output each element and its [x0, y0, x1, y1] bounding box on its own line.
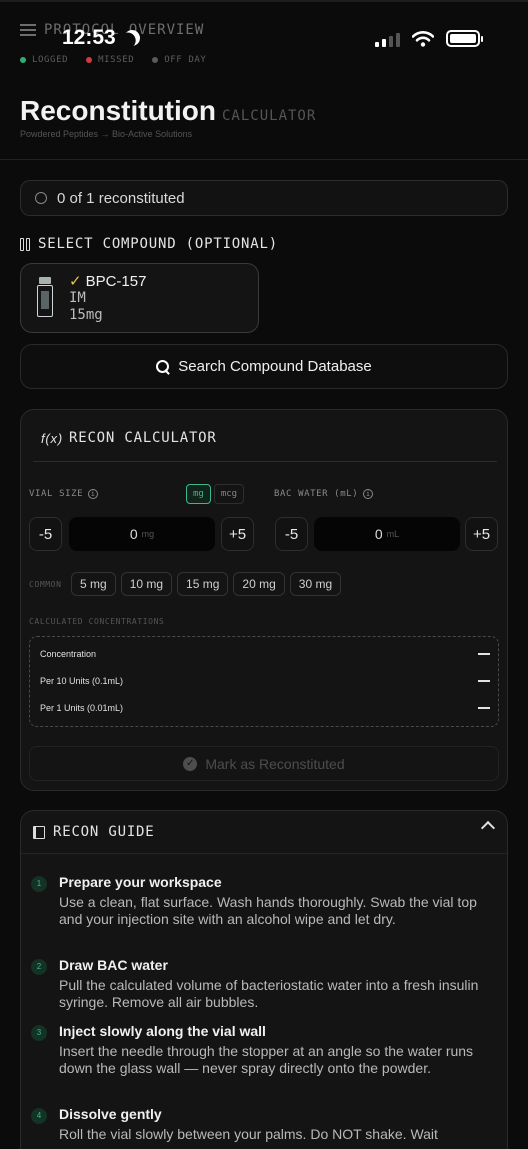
bac-water-label: BAC WATER (mL) i — [274, 489, 374, 499]
unit-mg-button[interactable]: mg — [186, 484, 211, 504]
legend-logged: LOGGED — [20, 55, 68, 65]
recon-guide-title: RECON GUIDE — [53, 824, 155, 840]
step-title: Dissolve gently — [59, 1106, 162, 1122]
step-title: Draw BAC water — [59, 957, 168, 973]
legend-dot — [86, 57, 93, 63]
status-time: 12:53 — [62, 26, 116, 49]
common-size-chip[interactable]: 10 mg — [120, 572, 173, 596]
legend-dot — [152, 57, 159, 63]
guide-step: 2 Draw BAC water Pull the calculated vol… — [31, 957, 491, 1011]
wifi-icon — [412, 30, 434, 47]
calculator-heading: f(x) RECON CALCULATOR — [41, 430, 217, 446]
vials-icon — [20, 237, 30, 251]
info-icon[interactable]: i — [363, 489, 374, 499]
recon-guide-toggle[interactable]: RECON GUIDE — [21, 811, 507, 854]
calculated-concentrations-label: CALCULATED CONCENTRATIONS — [29, 617, 165, 626]
progress-ring-icon — [35, 192, 47, 204]
vial-size-label: VIAL SIZE i — [29, 489, 99, 499]
page-title: Reconstitution CALCULATOR — [20, 95, 316, 127]
per-10-units-row: Per 10 Units (0.1mL) — [40, 676, 490, 686]
progress-text: 0 of 1 reconstituted — [57, 189, 185, 207]
check-icon: ✓ — [69, 273, 82, 290]
battery-icon — [446, 30, 483, 47]
step-text: Pull the calculated volume of bacteriost… — [59, 977, 479, 1010]
step-number: 2 — [31, 959, 47, 975]
mark-button-label: Mark as Reconstituted — [205, 755, 345, 772]
vial-size-input[interactable]: 0 mg — [69, 517, 215, 551]
function-icon: f(x) — [41, 430, 63, 446]
step-title: Inject slowly along the vial wall — [59, 1023, 266, 1039]
select-compound-label: SELECT COMPOUND (OPTIONAL) — [38, 236, 278, 252]
common-label: COMMON — [29, 580, 62, 589]
compound-amount: 15mg — [69, 307, 103, 323]
common-size-chip[interactable]: 20 mg — [233, 572, 285, 596]
list-icon — [20, 24, 36, 36]
calculator-title: RECON CALCULATOR — [68, 430, 217, 446]
per-1-units-row: Per 1 Units (0.01mL) — [40, 703, 490, 713]
empty-value-dash — [478, 680, 490, 682]
common-size-chip[interactable]: 5 mg — [71, 572, 116, 596]
unit-mcg-button[interactable]: mcg — [213, 484, 245, 504]
book-icon — [33, 825, 45, 839]
compound-name: ✓ BPC-157 — [69, 273, 147, 290]
reconstitution-progress: 0 of 1 reconstituted — [20, 180, 508, 216]
common-size-chip[interactable]: 30 mg — [289, 572, 342, 596]
search-compound-database-button[interactable]: Search Compound Database — [20, 344, 508, 389]
compound-info: ✓ BPC-157 IM 15mg — [69, 272, 146, 324]
empty-value-dash — [478, 707, 490, 709]
common-size-chips: 5 mg 10 mg 15 mg 20 mg 30 mg — [71, 572, 342, 596]
info-icon[interactable]: i — [88, 489, 99, 499]
step-title: Prepare your workspace — [59, 874, 222, 890]
select-compound-heading: SELECT COMPOUND (OPTIONAL) — [20, 236, 278, 252]
concentrations-box: Concentration Per 10 Units (0.1mL) Per 1… — [29, 636, 499, 727]
recon-guide-panel: RECON GUIDE 1 Prepare your workspace Use… — [20, 810, 508, 1149]
mark-as-reconstituted-button[interactable]: ✓ Mark as Reconstituted — [29, 746, 499, 781]
step-text: Use a clean, flat surface. Wash hands th… — [59, 894, 477, 927]
system-status-icons — [375, 30, 483, 47]
recon-calculator-panel: f(x) RECON CALCULATOR VIAL SIZE i mg mcg … — [20, 409, 508, 791]
empty-value-dash — [478, 653, 490, 655]
legend-off-day: OFF DAY — [152, 55, 206, 65]
step-number: 4 — [31, 1108, 47, 1124]
status-legend: LOGGED MISSED OFF DAY — [20, 55, 206, 65]
search-icon — [156, 359, 170, 374]
vial-minus-button[interactable]: -5 — [29, 517, 62, 551]
page-subtitle: Powdered Peptides → Bio-Active Solutions — [20, 129, 193, 139]
legend-dot — [20, 57, 26, 63]
step-text: Insert the needle through the stopper at… — [59, 1043, 474, 1076]
page-title-suffix: CALCULATOR — [222, 108, 317, 124]
check-circle-icon: ✓ — [183, 756, 198, 771]
step-number: 1 — [31, 876, 47, 892]
header-divider — [0, 159, 528, 160]
bac-water-input[interactable]: 0 mL — [314, 517, 460, 551]
guide-step: 1 Prepare your workspace Use a clean, fl… — [31, 874, 491, 928]
guide-step: 3 Inject slowly along the vial wall Inse… — [31, 1023, 491, 1077]
calculator-divider — [33, 461, 497, 462]
step-text: Roll the vial slowly between your palms.… — [59, 1126, 438, 1142]
guide-step: 4 Dissolve gently Roll the vial slowly b… — [31, 1106, 491, 1143]
page-title-text: Reconstitution — [20, 95, 216, 126]
water-plus-button[interactable]: +5 — [465, 517, 498, 551]
search-label: Search Compound Database — [178, 358, 372, 375]
concentration-row: Concentration — [40, 649, 490, 659]
signal-icon — [375, 31, 400, 47]
step-number: 3 — [31, 1025, 47, 1041]
compound-card-bpc-157[interactable]: ✓ BPC-157 IM 15mg — [20, 263, 259, 333]
vial-icon — [35, 277, 55, 319]
unit-toggle: mg mcg — [186, 484, 245, 504]
water-minus-button[interactable]: -5 — [275, 517, 308, 551]
legend-missed: MISSED — [86, 55, 134, 65]
top-divider — [0, 0, 528, 2]
compound-route: IM — [69, 290, 86, 306]
common-size-chip[interactable]: 15 mg — [177, 572, 229, 596]
vial-plus-button[interactable]: +5 — [221, 517, 254, 551]
